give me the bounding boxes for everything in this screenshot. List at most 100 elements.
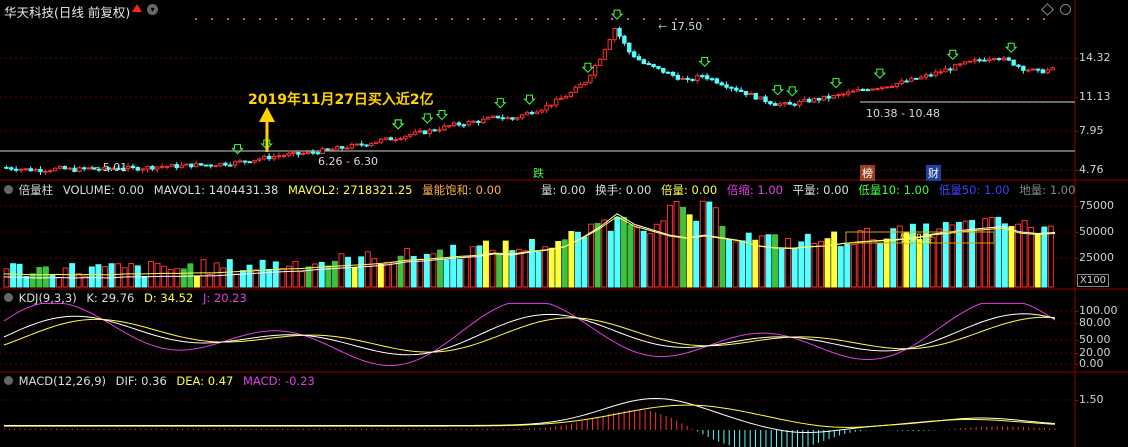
candle-body — [894, 83, 900, 87]
volume-bar — [180, 268, 187, 288]
mavol1-value: MAVOL1: 1404431.38 — [153, 183, 279, 197]
candle-body — [417, 130, 423, 133]
candle-body — [826, 95, 831, 99]
candle-body — [695, 75, 700, 81]
tag-cai[interactable]: 财 — [926, 165, 941, 181]
macd-indicator-name[interactable]: MACD(12,26,9) — [19, 374, 106, 388]
candle-body — [612, 28, 617, 41]
candle-body — [335, 146, 340, 150]
collapse-icon[interactable] — [4, 376, 13, 385]
candle-body — [169, 164, 175, 167]
annotation-arrow-head — [259, 107, 275, 122]
candle-body — [237, 160, 243, 163]
candle-body — [281, 155, 286, 158]
candle-body — [534, 111, 540, 115]
collapse-icon[interactable] — [4, 293, 13, 302]
volume-tick: 25000 — [1075, 251, 1114, 264]
tag-die[interactable]: 跌 — [531, 165, 546, 181]
candle-body — [1006, 57, 1011, 61]
candle-body — [875, 88, 880, 91]
kdj-indicator-name[interactable]: KDJ(9,3,3) — [19, 291, 77, 305]
candle-body — [257, 158, 262, 161]
candle-body — [962, 61, 968, 65]
collapse-icon[interactable] — [4, 185, 13, 194]
volume-bar — [29, 273, 36, 288]
candle-body — [442, 125, 447, 131]
volume-bar — [509, 250, 516, 288]
signal-arrow-icon — [829, 78, 843, 89]
candle-body — [602, 48, 608, 60]
candle-body — [223, 162, 228, 166]
candle-body — [948, 68, 953, 71]
candle-body — [189, 163, 194, 168]
signal-arrow-icon — [698, 56, 711, 68]
diliang50-value: 低量50: 1.00 — [938, 183, 1010, 197]
volume-bar — [982, 218, 989, 288]
candle-body — [656, 66, 661, 69]
volume-bar — [384, 261, 391, 288]
candle-body — [398, 138, 403, 141]
signal-arrow-icon — [391, 119, 405, 130]
volume-bar — [1034, 233, 1041, 288]
volume-bar — [719, 225, 726, 288]
macd-dif-line — [4, 398, 1056, 434]
volume-bar — [292, 260, 299, 288]
volume-bar — [995, 216, 1002, 288]
volume-indicator-name[interactable]: 倍量柱 — [19, 183, 54, 197]
volume-bar — [213, 262, 220, 288]
volume-tick: 75000 — [1075, 199, 1114, 212]
candle-body — [320, 148, 325, 155]
candle-body — [909, 77, 914, 82]
candle-body — [271, 155, 277, 160]
candle-body — [729, 86, 734, 89]
volume-bar — [706, 201, 713, 288]
candle-body — [140, 168, 145, 171]
candle-body — [773, 103, 778, 106]
candle-body — [768, 101, 773, 105]
volume-bar — [502, 240, 509, 288]
volume-bar — [496, 253, 503, 288]
candle-body — [208, 164, 213, 167]
candle-body — [846, 91, 851, 95]
volume-unit: X100 — [1077, 274, 1109, 287]
candle-body — [680, 77, 685, 80]
volume-bar — [660, 220, 667, 288]
candle-body — [349, 143, 355, 149]
candle-body — [369, 143, 374, 146]
candle-body — [13, 168, 19, 171]
volume-bar — [949, 224, 956, 288]
candle-body — [447, 125, 452, 128]
candle-body — [714, 78, 720, 84]
volume-bar — [1041, 226, 1048, 288]
volume-bar — [450, 244, 457, 288]
volume-bar — [371, 258, 378, 288]
candle-body — [393, 138, 398, 141]
volume-bar — [850, 243, 857, 288]
volume-bar — [102, 266, 108, 288]
volume-bar — [601, 219, 608, 288]
volume-axis: 75000 50000 25000 X100 — [1075, 180, 1128, 289]
volume-bar — [1047, 225, 1054, 288]
candle-body — [228, 164, 233, 167]
candle-body — [651, 63, 656, 68]
candle-body — [918, 76, 924, 80]
candle-body — [9, 167, 14, 170]
kdj-j-value: J: 20.23 — [202, 291, 247, 305]
candle-body — [437, 129, 442, 132]
candle-body — [568, 92, 574, 98]
candle-body — [933, 71, 938, 76]
volume-bar — [785, 237, 792, 288]
volume-bar — [864, 227, 870, 288]
volume-bar — [377, 263, 384, 288]
tag-bang[interactable]: 榜 — [860, 165, 875, 181]
candle-body — [524, 111, 530, 116]
volume-bar — [739, 240, 746, 288]
candle-body — [977, 59, 982, 62]
volume-bar — [1001, 223, 1008, 288]
candle-body — [505, 117, 510, 120]
pingliang-value: 平量: 0.00 — [792, 183, 849, 197]
candle-body — [456, 122, 462, 126]
volume-bar — [699, 200, 706, 288]
candle-body — [135, 167, 141, 171]
huanshou-value: 换手: 0.00 — [595, 183, 652, 197]
